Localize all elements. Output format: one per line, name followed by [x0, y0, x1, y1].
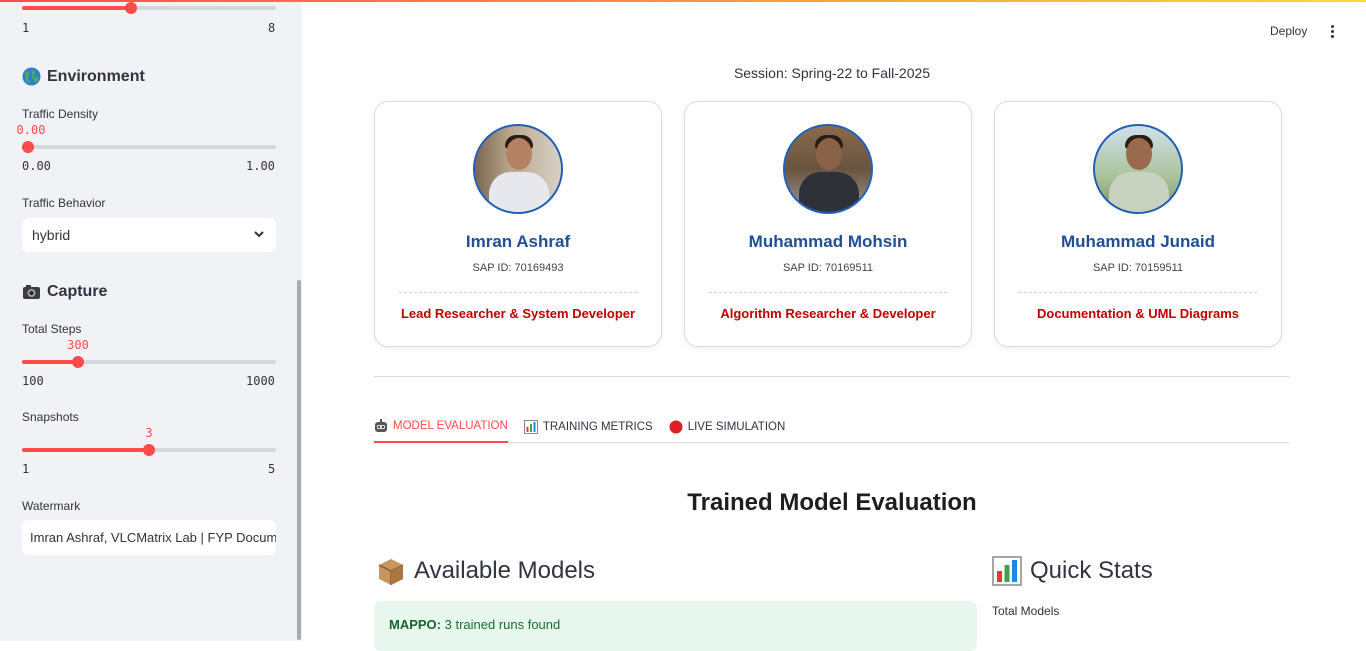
tab-label: MODEL EVALUATION — [393, 420, 508, 432]
tab-live-simulation[interactable]: LIVE SIMULATION — [669, 413, 786, 443]
top-slider-max: 8 — [268, 21, 276, 35]
chevron-down-icon — [252, 227, 266, 244]
traffic-behavior-select[interactable]: hybrid — [22, 218, 276, 252]
available-models-heading: Available Models — [376, 556, 595, 586]
quick-stats-heading: Quick Stats — [992, 556, 1153, 586]
environment-title: Environment — [47, 67, 145, 85]
snapshots-min: 1 — [22, 462, 30, 476]
top-slider-min: 1 — [22, 21, 30, 35]
total-models-label: Total Models — [992, 604, 1060, 618]
tab-label: LIVE SIMULATION — [687, 421, 786, 433]
red-circle-icon — [669, 420, 683, 434]
total-steps-label: Total Steps — [22, 322, 82, 336]
traffic-density-max: 1.00 — [246, 159, 275, 173]
member-role: Lead Researcher & System Developer — [400, 306, 636, 321]
member-name: Muhammad Junaid — [1061, 232, 1215, 251]
capture-title: Capture — [47, 282, 108, 300]
models-found-alert: MAPPO: 3 trained runs found — [374, 601, 977, 651]
top-slider-thumb[interactable] — [125, 2, 138, 14]
traffic-behavior-label: Traffic Behavior — [22, 196, 106, 210]
member-sap-id: SAP ID: 70169511 — [782, 262, 874, 274]
tab-model-evaluation[interactable]: MODEL EVALUATION — [374, 413, 508, 443]
camera-icon — [22, 282, 41, 301]
total-steps-min: 100 — [22, 374, 44, 388]
avatar — [783, 124, 873, 214]
quick-stats-title: Quick Stats — [1030, 557, 1153, 584]
snapshots-max: 5 — [268, 462, 276, 476]
watermark-input[interactable]: Imran Ashraf, VLCMatrix Lab | FYP Docume… — [22, 520, 276, 555]
robot-icon — [374, 419, 388, 433]
alert-text: 3 trained runs found — [441, 617, 561, 632]
total-steps-slider[interactable] — [22, 356, 276, 368]
traffic-density-value: 0.00 — [16, 123, 46, 137]
card-divider — [1019, 292, 1257, 293]
traffic-density-thumb[interactable] — [22, 141, 34, 153]
snapshots-label: Snapshots — [22, 410, 79, 424]
card-divider — [399, 292, 637, 293]
sidebar-scrollbar[interactable] — [297, 280, 301, 640]
snapshots-slider[interactable] — [22, 444, 276, 456]
environment-heading: Environment — [22, 67, 145, 86]
team-card: Imran Ashraf SAP ID: 70169493 Lead Resea… — [374, 101, 662, 347]
member-sap-id: SAP ID: 70159511 — [1092, 262, 1184, 274]
total-steps-value: 300 — [67, 338, 89, 352]
alert-model-name: MAPPO: — [389, 617, 441, 632]
snapshots-value: 3 — [145, 426, 153, 440]
top-slider-track[interactable] — [22, 2, 276, 14]
member-name: Imran Ashraf — [465, 232, 571, 251]
bar-chart-icon — [992, 556, 1022, 586]
card-divider — [709, 292, 947, 293]
avatar — [1093, 124, 1183, 214]
deploy-button[interactable]: Deploy — [1262, 22, 1315, 40]
snapshots-thumb[interactable] — [143, 444, 155, 456]
member-name: Muhammad Mohsin — [748, 232, 908, 251]
team-card: Muhammad Mohsin SAP ID: 70169511 Algorit… — [684, 101, 972, 347]
main-menu-icon[interactable] — [1324, 22, 1340, 40]
top-decoration-bar — [0, 0, 1366, 2]
package-icon — [376, 556, 406, 586]
traffic-density-label: Traffic Density — [22, 107, 99, 121]
member-sap-id: SAP ID: 70169493 — [472, 262, 564, 274]
tab-label: TRAINING METRICS — [542, 421, 653, 433]
total-steps-thumb[interactable] — [72, 356, 85, 368]
capture-heading: Capture — [22, 282, 107, 301]
available-models-title: Available Models — [414, 557, 595, 584]
traffic-density-slider[interactable] — [22, 141, 276, 153]
team-card: Muhammad Junaid SAP ID: 70159511 Documen… — [994, 101, 1282, 347]
total-steps-max: 1000 — [246, 374, 275, 388]
member-role: Documentation & UML Diagrams — [1036, 306, 1239, 321]
member-role: Algorithm Researcher & Developer — [720, 306, 936, 321]
tab-bar: MODEL EVALUATION TRAINING METRICS LIVE S… — [374, 413, 1289, 443]
session-text: Session: Spring-22 to Fall-2025 — [733, 65, 931, 81]
avatar — [473, 124, 563, 214]
section-divider — [374, 376, 1289, 377]
tab-training-metrics[interactable]: TRAINING METRICS — [523, 413, 653, 443]
bar-chart-icon — [523, 420, 538, 434]
page-title: Trained Model Evaluation — [687, 489, 977, 516]
globe-icon — [22, 67, 41, 86]
traffic-density-min: 0.00 — [22, 159, 51, 173]
traffic-behavior-value: hybrid — [32, 227, 71, 243]
watermark-label: Watermark — [22, 499, 81, 513]
sidebar: 1 8 Environment Traffic Density 0.00 0.0… — [0, 0, 302, 641]
